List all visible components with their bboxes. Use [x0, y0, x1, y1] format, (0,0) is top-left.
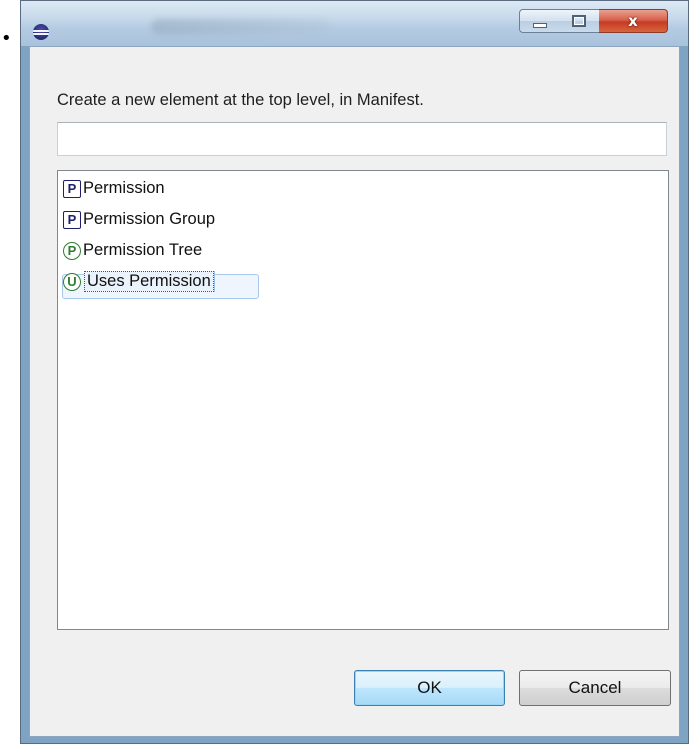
list-item-label: Permission [83, 179, 165, 197]
circle-p-icon: P [63, 241, 81, 260]
eclipse-icon [33, 24, 49, 40]
list-item[interactable]: P Permission [63, 177, 165, 200]
filter-input[interactable] [57, 122, 667, 156]
title-bar[interactable]: x [21, 1, 688, 46]
maximize-icon [572, 15, 586, 27]
square-p-icon: P [63, 210, 81, 229]
list-item-label: Permission Group [83, 210, 216, 228]
list-item[interactable]: P Permission Tree [63, 239, 202, 262]
close-button[interactable]: x [599, 9, 668, 33]
list-bullet: • [1, 28, 12, 49]
minimize-icon [532, 22, 547, 28]
close-icon: x [628, 12, 638, 30]
minimize-button[interactable] [519, 9, 560, 33]
dialog-message: Create a new element at the top level, i… [57, 91, 424, 109]
element-list[interactable]: P Permission P Permission Group P Permission … [57, 170, 669, 630]
maximize-button[interactable] [559, 9, 600, 33]
list-item[interactable]: U Uses Permission [63, 270, 214, 293]
dialog-content: Create a new element at the top level, i… [29, 46, 680, 737]
dialog-window: x Create a new element at the top level,… [20, 0, 689, 744]
cancel-button[interactable]: Cancel [519, 670, 671, 706]
ok-button[interactable]: OK [354, 670, 505, 706]
list-item-label: Uses Permission [84, 271, 214, 292]
list-item-label: Permission Tree [83, 241, 203, 259]
square-p-icon: P [63, 179, 81, 198]
window-title-blurred [151, 19, 331, 35]
circle-u-icon: U [63, 272, 81, 291]
list-item[interactable]: P Permission Group [63, 208, 215, 231]
